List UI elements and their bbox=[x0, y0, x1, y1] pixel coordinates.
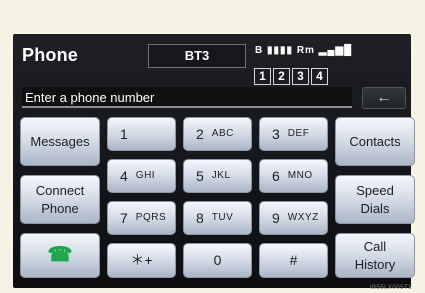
call-button[interactable]: ☎ bbox=[20, 233, 100, 278]
key-5[interactable]: 5 JKL bbox=[183, 159, 252, 193]
messages-button[interactable]: Messages bbox=[20, 117, 100, 166]
status-icons: B ▮▮▮▮ Rm ▂▄▆█ bbox=[255, 45, 352, 56]
key-number: 5 bbox=[196, 167, 204, 184]
page-title: Phone bbox=[22, 45, 79, 65]
key-6[interactable]: 6 MNO bbox=[259, 159, 328, 193]
key-7[interactable]: 7 PQRS bbox=[107, 201, 176, 235]
speed-dial-page-2[interactable]: 2 bbox=[273, 68, 290, 85]
key-letters: TUV bbox=[211, 212, 234, 224]
key-3[interactable]: 3 DEF bbox=[259, 117, 328, 151]
key-number: ＊+ bbox=[130, 252, 153, 269]
call-history-label: Call History bbox=[354, 238, 396, 272]
speed-dial-page-row: 1 2 3 4 bbox=[254, 68, 328, 85]
key-number: 4 bbox=[120, 167, 128, 184]
key-letters: DEF bbox=[287, 128, 310, 140]
roaming-icon: Rm bbox=[296, 45, 315, 56]
key-letters: MNO bbox=[287, 170, 313, 182]
key-letters: JKL bbox=[211, 170, 231, 182]
phone-handset-icon: ☎ bbox=[47, 244, 73, 266]
battery-icon: ▮▮▮▮ bbox=[267, 45, 294, 56]
key-2[interactable]: 2 ABC bbox=[183, 117, 252, 151]
speed-dials-label: Speed Dials bbox=[356, 182, 394, 216]
key-number: 6 bbox=[272, 167, 280, 184]
speed-dial-page-4[interactable]: 4 bbox=[311, 68, 328, 85]
key-0[interactable]: 0 bbox=[183, 243, 252, 278]
key-number: 7 bbox=[120, 209, 128, 226]
key-letters: PQRS bbox=[135, 212, 167, 224]
connected-device-label: BT3 bbox=[148, 44, 246, 68]
contacts-label: Contacts bbox=[349, 133, 401, 149]
key-1[interactable]: 1 bbox=[107, 117, 176, 151]
key-letters: WXYZ bbox=[287, 212, 319, 224]
key-letters: ABC bbox=[211, 128, 234, 140]
speed-dials-button[interactable]: Speed Dials bbox=[335, 175, 415, 224]
key-4[interactable]: 4 GHI bbox=[107, 159, 176, 193]
connect-phone-button[interactable]: Connect Phone bbox=[20, 175, 100, 224]
phone-number-input[interactable]: Enter a phone number bbox=[22, 87, 352, 108]
key-number: 2 bbox=[196, 125, 204, 142]
backspace-button[interactable]: ← bbox=[362, 87, 406, 109]
key-number: 3 bbox=[272, 125, 280, 142]
key-8[interactable]: 8 TUV bbox=[183, 201, 252, 235]
key-number: # bbox=[289, 252, 298, 269]
key-9[interactable]: 9 WXYZ bbox=[259, 201, 328, 235]
key-letters: GHI bbox=[135, 170, 156, 182]
speed-dial-page-1[interactable]: 1 bbox=[254, 68, 271, 85]
call-history-button[interactable]: Call History bbox=[335, 233, 415, 278]
key-star-plus[interactable]: ＊+ bbox=[107, 243, 176, 278]
key-hash[interactable]: # bbox=[259, 243, 328, 278]
backspace-icon: ← bbox=[376, 89, 392, 106]
key-number: 0 bbox=[213, 252, 222, 269]
image-code: IB55LX005T1 bbox=[369, 285, 412, 291]
key-number: 9 bbox=[272, 209, 280, 226]
connect-phone-label: Connect Phone bbox=[35, 182, 85, 216]
speed-dial-page-3[interactable]: 3 bbox=[292, 68, 309, 85]
key-number: 1 bbox=[120, 125, 128, 142]
contacts-button[interactable]: Contacts bbox=[335, 117, 415, 166]
signal-icon: ▂▄▆█ bbox=[318, 45, 353, 56]
bluetooth-icon: B bbox=[255, 45, 264, 56]
key-number: 8 bbox=[196, 209, 204, 226]
messages-label: Messages bbox=[30, 133, 90, 149]
